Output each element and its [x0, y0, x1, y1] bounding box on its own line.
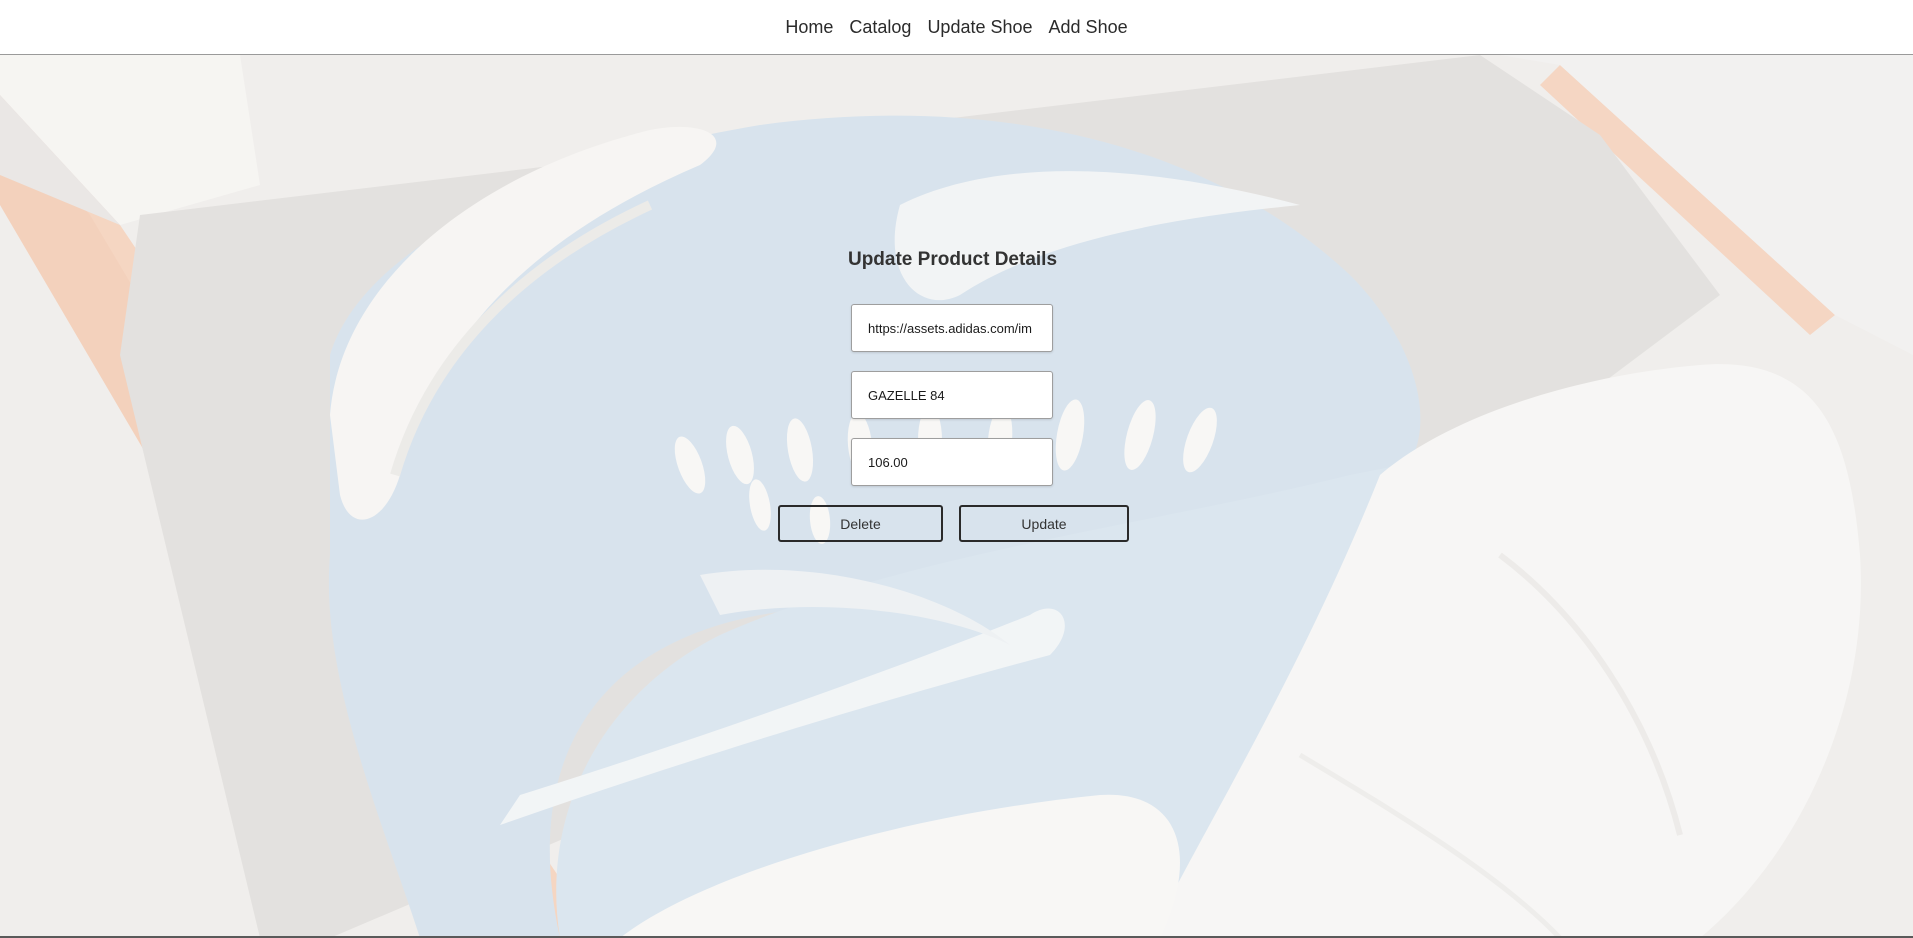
nav-add-shoe-link[interactable]: Add Shoe [1049, 17, 1128, 38]
delete-button[interactable]: Delete [778, 505, 943, 542]
price-input[interactable] [851, 438, 1053, 486]
image-url-input[interactable] [851, 304, 1053, 352]
update-button[interactable]: Update [959, 505, 1129, 542]
update-product-form: Update Product Details Delete Update [0, 55, 1913, 938]
nav-home-link[interactable]: Home [785, 17, 833, 38]
nav-catalog-link[interactable]: Catalog [849, 17, 911, 38]
top-navbar: Home Catalog Update Shoe Add Shoe [0, 0, 1913, 55]
form-title: Update Product Details [847, 249, 1058, 270]
nav-update-shoe-link[interactable]: Update Shoe [927, 17, 1032, 38]
product-name-input[interactable] [851, 371, 1053, 419]
